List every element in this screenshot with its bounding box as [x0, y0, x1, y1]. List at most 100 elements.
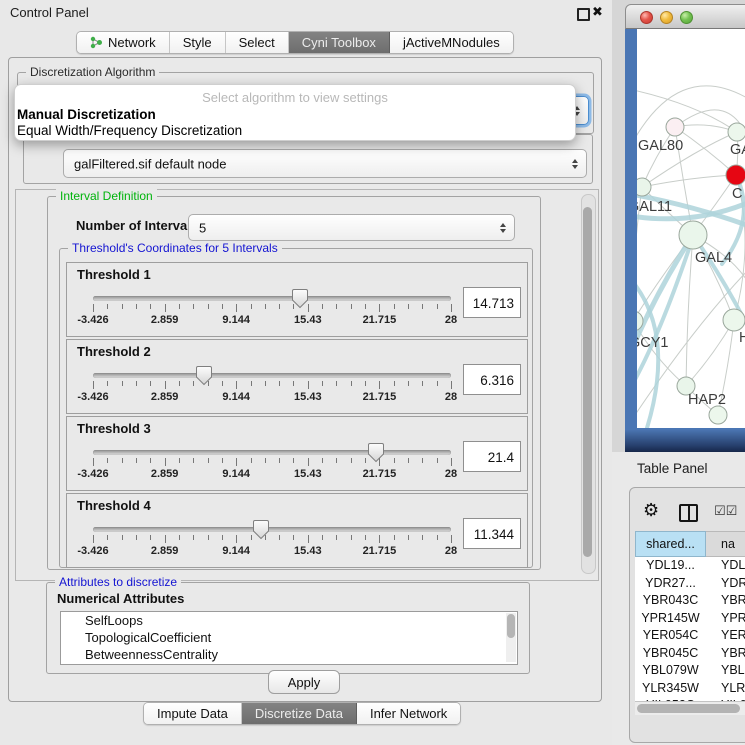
zoom-traffic-light-icon[interactable]: [680, 11, 693, 24]
cell-name[interactable]: YPR1: [706, 610, 745, 628]
horizontal-scrollbar[interactable]: [635, 701, 745, 715]
table-row[interactable]: YDL19...YDL1: [635, 557, 745, 575]
cell-name[interactable]: YBR0: [706, 592, 745, 610]
slider-track[interactable]: [93, 373, 451, 378]
table-panel: ⚙ ☑☑ shared...na YDL19...YDL1YDR27...YDR…: [629, 487, 745, 743]
tab-impute-data[interactable]: Impute Data: [144, 703, 242, 724]
network-graph[interactable]: GAL80GACGAL11GAL4GCY1HHAP2: [637, 29, 745, 428]
cell-shared-name[interactable]: YDR27...: [635, 575, 706, 593]
cell-name[interactable]: YBL0: [706, 662, 745, 680]
network-node[interactable]: [709, 406, 727, 424]
network-node-ga[interactable]: [728, 123, 745, 141]
attribute-list-item[interactable]: TopologicalCoefficient: [61, 629, 517, 646]
network-canvas[interactable]: GAL80GACGAL11GAL4GCY1HHAP2: [637, 29, 745, 428]
cell-name[interactable]: YER0: [706, 627, 745, 645]
tab-network[interactable]: Network: [77, 32, 170, 53]
cell-shared-name[interactable]: YBR045C: [635, 645, 706, 663]
network-node-h[interactable]: [723, 309, 745, 331]
number-of-intervals-select[interactable]: 5: [188, 214, 515, 241]
slider-track[interactable]: [93, 296, 451, 301]
node-label: GAL4: [695, 250, 732, 266]
discretization-panel: Discretization Algorithm Select algorith…: [8, 57, 602, 702]
table-row[interactable]: YER054CYER0: [635, 627, 745, 645]
cell-name[interactable]: YBR0: [706, 645, 745, 663]
network-node-gal4[interactable]: [679, 221, 707, 249]
threshold-value-field[interactable]: 21.4: [463, 441, 521, 472]
tab-cyni-toolbox[interactable]: Cyni Toolbox: [289, 32, 390, 53]
column-header[interactable]: na: [706, 531, 745, 557]
algorithm-group-label: Discretization Algorithm: [26, 65, 159, 79]
table-row[interactable]: YDR27...YDR2: [635, 575, 745, 593]
combo-stepper-icon: [572, 159, 578, 169]
slider-track[interactable]: [93, 450, 451, 455]
threshold-value-field[interactable]: 6.316: [463, 364, 521, 395]
threshold-box-1: Threshold 1 -3.4262.8599.14415.4321.71528…: [66, 262, 528, 337]
cell-shared-name[interactable]: YPR145W: [635, 610, 706, 628]
close-traffic-light-icon[interactable]: [640, 11, 653, 24]
threshold-value-field[interactable]: 14.713: [463, 287, 521, 318]
slider-axis-labels: -3.4262.8599.14415.4321.71528: [93, 545, 451, 557]
attribute-list-item[interactable]: SelfLoops: [61, 612, 517, 629]
column-header-selected[interactable]: shared...: [635, 531, 706, 557]
network-icon: [90, 36, 103, 49]
slider-axis-labels: -3.4262.8599.14415.4321.71528: [93, 314, 451, 326]
select-columns-icon[interactable]: ☑☑: [714, 504, 737, 519]
dropdown-options: Manual DiscretizationEqual Width/Frequen…: [15, 107, 575, 138]
network-node-c[interactable]: [726, 165, 745, 185]
cell-name[interactable]: YDL1: [706, 557, 745, 575]
tab-infer-network[interactable]: Infer Network: [357, 703, 460, 724]
cell-name[interactable]: YLR3: [706, 680, 745, 698]
vertical-scrollbar[interactable]: [581, 194, 596, 574]
tab-jactivemnodules[interactable]: jActiveMNodules: [390, 32, 513, 53]
table-row[interactable]: YBR045CYBR0: [635, 645, 745, 663]
threshold-box-2: Threshold 2-3.4262.8599.14415.4321.71528…: [66, 339, 528, 414]
minimize-traffic-light-icon[interactable]: [660, 11, 673, 24]
table-data-select[interactable]: galFiltered.sif default node: [63, 149, 587, 178]
numerical-attributes-list[interactable]: SelfLoopsTopologicalCoefficientBetweenne…: [60, 611, 518, 665]
cell-name[interactable]: YDR2: [706, 575, 745, 593]
threshold-label: Threshold 4: [77, 498, 151, 513]
attributes-group: Attributes to discretize Numerical Attri…: [46, 582, 530, 674]
thresholds-group: Threshold's Coordinates for 5 Intervals …: [59, 248, 533, 568]
node-label: C: [732, 186, 742, 202]
slider-track[interactable]: [93, 527, 451, 532]
dropdown-option[interactable]: Equal Width/Frequency Discretization: [15, 123, 575, 139]
combo-stepper-icon: [500, 223, 506, 233]
cell-shared-name[interactable]: YER054C: [635, 627, 706, 645]
dropdown-hint: Select algorithm to view settings: [15, 85, 575, 107]
network-window-titlebar[interactable]: [625, 4, 745, 29]
list-scrollbar[interactable]: [506, 613, 516, 662]
close-icon[interactable]: ✖: [592, 4, 603, 20]
table-row[interactable]: YBR043CYBR0: [635, 592, 745, 610]
slider-axis-labels: -3.4262.8599.14415.4321.71528: [93, 391, 451, 403]
table-row[interactable]: YPR145WYPR1: [635, 610, 745, 628]
cell-shared-name[interactable]: YBL079W: [635, 662, 706, 680]
network-node-gal11[interactable]: [637, 178, 651, 196]
table-row[interactable]: YBL079WYBL0: [635, 662, 745, 680]
threshold-value-field[interactable]: 11.344: [463, 518, 521, 549]
cyni-top-tab-bar: NetworkStyleSelectCyni ToolboxjActiveMNo…: [76, 31, 514, 54]
tab-style[interactable]: Style: [170, 32, 226, 53]
table-data-selected-value: galFiltered.sif default node: [74, 156, 226, 171]
settings-scroll-pane: Interval Definition Number of Intervals …: [15, 189, 599, 581]
cell-shared-name[interactable]: YBR043C: [635, 592, 706, 610]
scrollbar-thumb[interactable]: [637, 704, 740, 713]
tab-discretize-data[interactable]: Discretize Data: [242, 703, 357, 724]
scrollbar-thumb[interactable]: [583, 207, 592, 557]
tab-select[interactable]: Select: [226, 32, 289, 53]
gear-icon[interactable]: ⚙: [643, 500, 659, 521]
float-window-icon[interactable]: [577, 8, 590, 21]
cell-shared-name[interactable]: YLR345W: [635, 680, 706, 698]
node-label: GCY1: [637, 335, 669, 351]
dropdown-option[interactable]: Manual Discretization: [15, 107, 575, 123]
number-of-intervals-value: 5: [199, 220, 206, 235]
table-row[interactable]: YLR345WYLR3: [635, 680, 745, 698]
attribute-list-item[interactable]: BetweennessCentrality: [61, 646, 517, 663]
threshold-label: Threshold 1: [77, 267, 151, 282]
algorithm-dropdown-popup: Select algorithm to view settings Manual…: [14, 84, 576, 141]
split-columns-icon[interactable]: [679, 504, 698, 522]
cell-shared-name[interactable]: YDL19...: [635, 557, 706, 575]
network-node-gal80[interactable]: [666, 118, 684, 136]
node-label: HAP2: [688, 392, 726, 408]
apply-button[interactable]: Apply: [268, 670, 340, 694]
